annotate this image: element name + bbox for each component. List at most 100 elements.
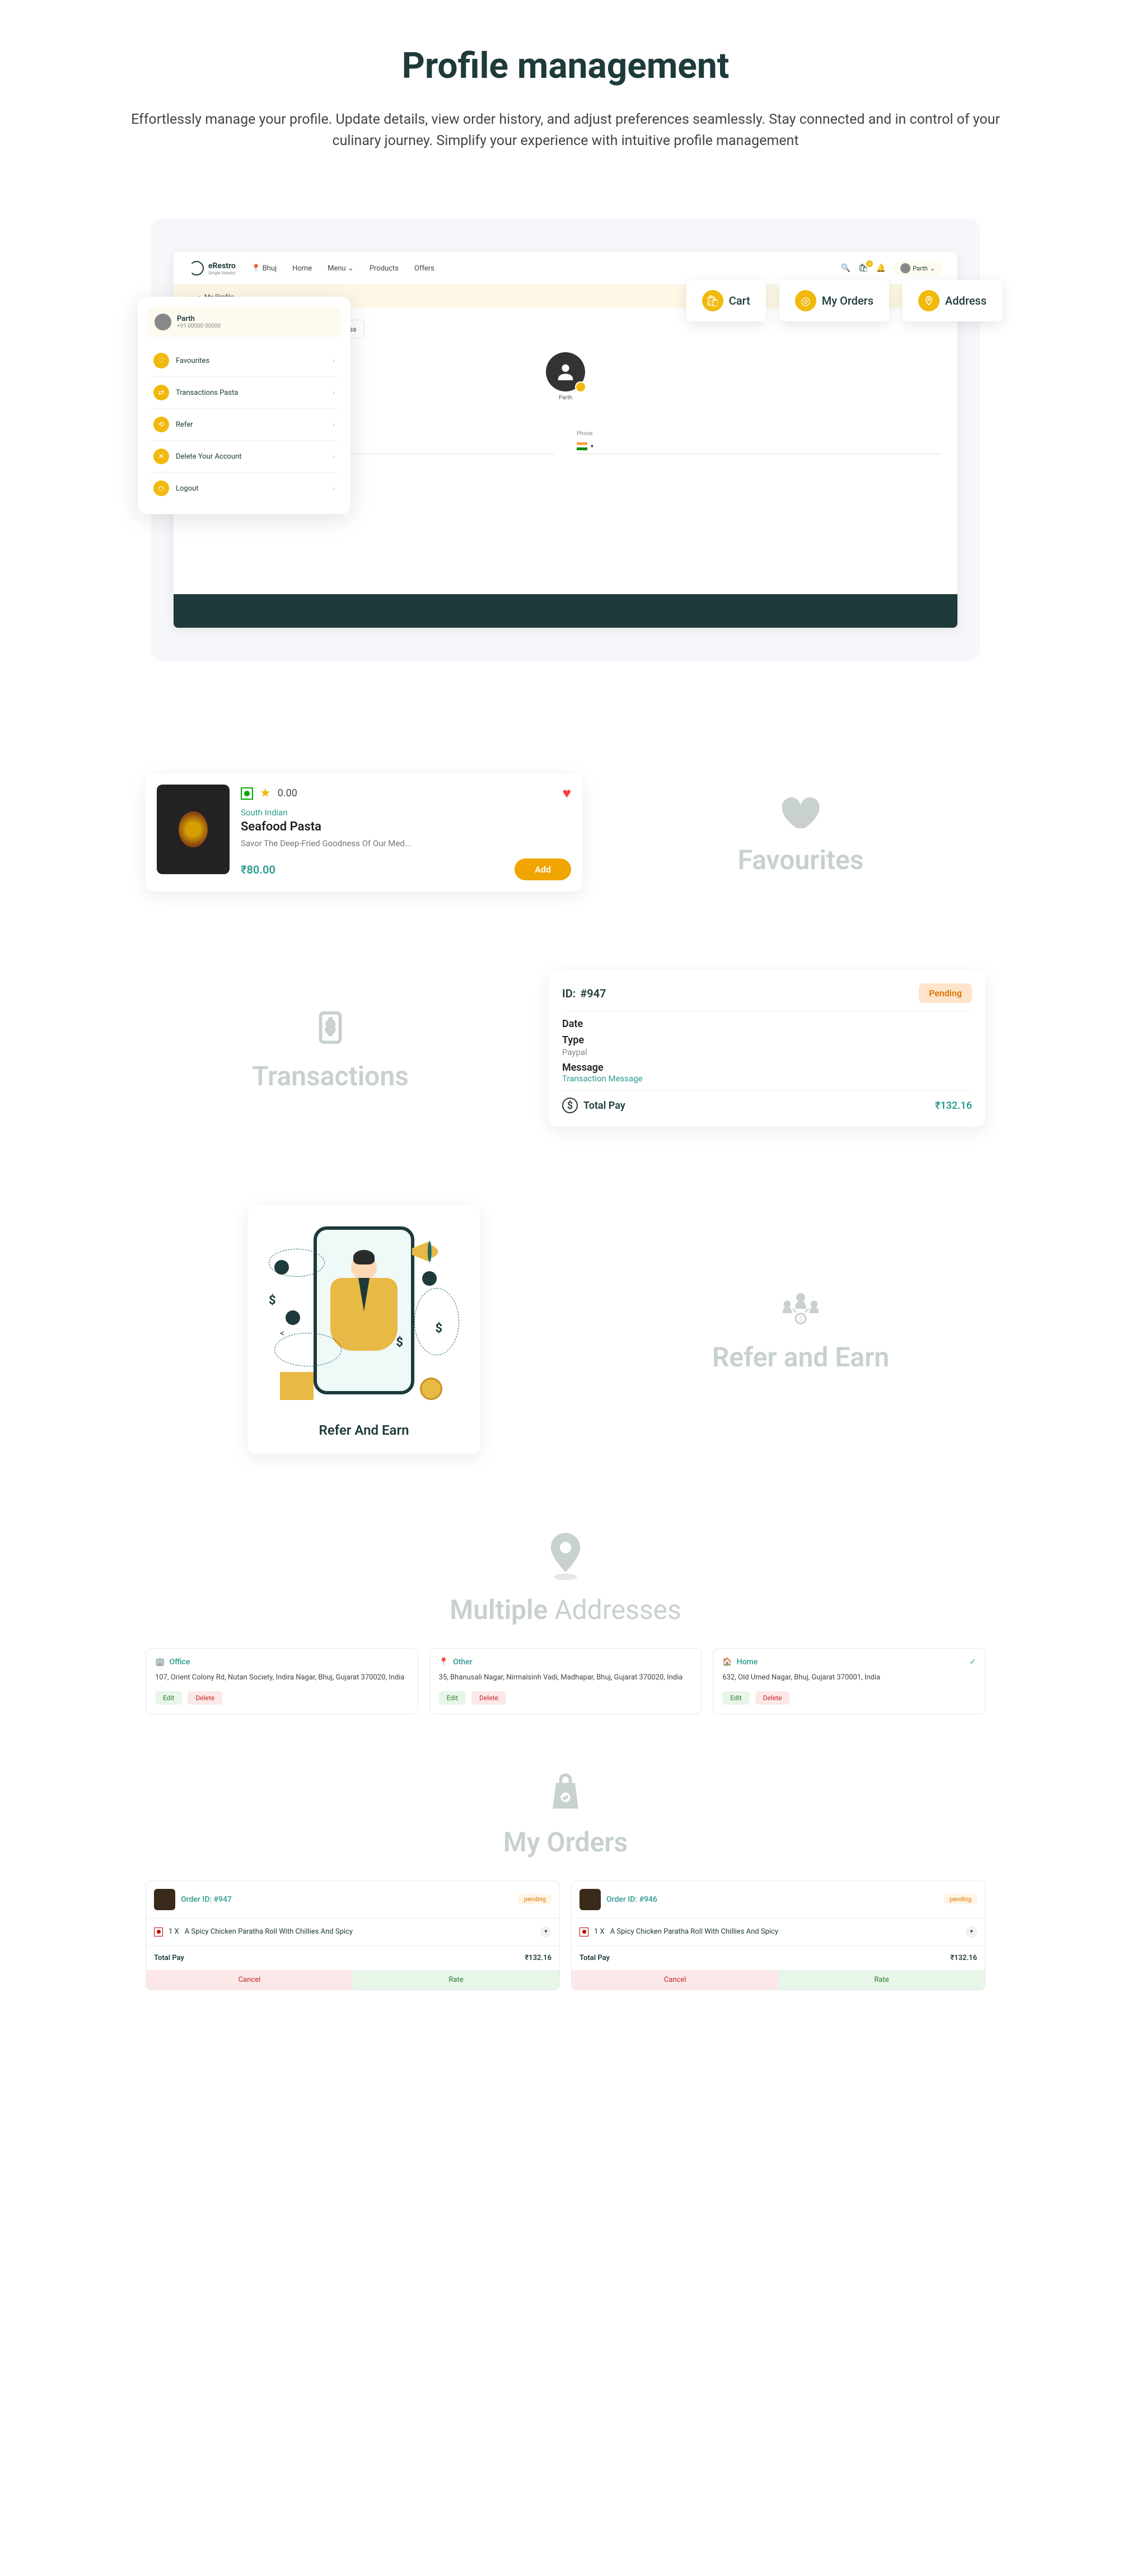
txn-type-value: Paypal <box>562 1047 972 1057</box>
page-title: Profile management <box>112 45 1019 87</box>
sidebar-item-transactions[interactable]: ⇄Transactions Pasta› <box>148 377 340 409</box>
expand-icon[interactable]: ▾ <box>966 1926 977 1938</box>
user-menu[interactable]: Parth ⌄ <box>894 261 942 276</box>
txn-date-label: Date <box>562 1018 972 1030</box>
txn-id-label: ID: <box>562 987 576 1000</box>
delete-address-button[interactable]: Delete <box>188 1691 222 1705</box>
sidebar-item-favourites[interactable]: ♡Favourites› <box>148 345 340 377</box>
status-badge: Pending <box>919 983 972 1003</box>
phone-input[interactable] <box>597 439 942 454</box>
addresses-section-icon <box>546 1532 585 1583</box>
chevron-right-icon: › <box>333 357 335 365</box>
transaction-icon: ⇄ <box>153 385 169 400</box>
address-card-office: 🏢Office 107, Orient Colony Rd, Nutan Soc… <box>146 1648 418 1714</box>
addresses-section-title: Multiple Addresses <box>146 1594 985 1626</box>
orders-section-icon <box>546 1770 585 1815</box>
country-dropdown-icon[interactable]: ▾ <box>591 444 593 450</box>
svg-text:$: $ <box>799 1315 802 1323</box>
address-text: 107, Orient Colony Rd, Nutan Society, In… <box>155 1672 409 1683</box>
orders-section-title: My Orders <box>146 1826 985 1858</box>
profile-avatar[interactable] <box>546 352 585 391</box>
address-card-other: 📍Other 35, Bhanusali Nagar, Nirmalsinh V… <box>429 1648 702 1714</box>
nonveg-indicator-icon <box>579 1928 588 1936</box>
delete-icon: ✕ <box>153 449 169 464</box>
refer-section-label: Refer and Earn <box>616 1341 985 1373</box>
order-status-badge: pending <box>944 1894 977 1905</box>
address-text: 632, Old Umed Nagar, Bhuj, Gujarat 37000… <box>722 1672 976 1683</box>
order-total-value: ₹132.16 <box>525 1954 552 1962</box>
floating-action-buttons: 🛍Cart ◎My Orders Address <box>686 280 1002 321</box>
brand-name: eRestro <box>208 262 236 270</box>
sidebar-user-phone: +91 00000 00000 <box>177 323 221 329</box>
dish-category: South Indian <box>241 808 571 818</box>
chevron-right-icon: › <box>333 421 335 429</box>
notification-icon[interactable]: 🔔 <box>876 264 886 273</box>
brand-logo[interactable]: eRestro Single Vendor <box>189 261 236 276</box>
order-item-name: A Spicy Chicken Paratha Roll With Chilli… <box>185 1928 535 1936</box>
nav-products[interactable]: Products <box>370 264 399 273</box>
cancel-order-button[interactable]: Cancel <box>146 1970 353 1990</box>
refer-section-icon: $ <box>778 1286 823 1331</box>
order-total-value: ₹132.16 <box>950 1954 977 1962</box>
address-type-label: Office <box>169 1658 190 1667</box>
delete-address-button[interactable]: Delete <box>471 1691 506 1705</box>
cart-icon[interactable]: 🛍0 <box>858 264 868 273</box>
cancel-order-button[interactable]: Cancel <box>572 1970 778 1990</box>
location-selector[interactable]: 📍 Bhuj <box>251 264 277 273</box>
address-text: 35, Bhanusali Nagar, Nirmalsinh Vadi, Ma… <box>439 1672 693 1683</box>
bag-icon: 🛍 <box>702 290 723 311</box>
order-card: Order ID: #947 pending 1 X A Spicy Chick… <box>146 1880 560 1990</box>
delete-address-button[interactable]: Delete <box>755 1691 790 1705</box>
home-icon: 🏠 <box>722 1658 732 1667</box>
edit-avatar-icon[interactable] <box>575 381 586 393</box>
rate-order-button[interactable]: Rate <box>778 1970 985 1990</box>
order-card: Order ID: #946 pending 1 X A Spicy Chick… <box>571 1880 985 1990</box>
avatar-icon <box>900 263 910 273</box>
fab-address[interactable]: Address <box>903 280 1002 321</box>
svg-text:$: $ <box>326 1018 335 1037</box>
txn-message-label: Message <box>562 1062 972 1074</box>
favourites-section-icon <box>778 789 823 834</box>
txn-message-value: Transaction Message <box>562 1074 972 1084</box>
nav-home[interactable]: Home <box>292 264 312 273</box>
nav-offers[interactable]: Offers <box>414 264 434 273</box>
rate-order-button[interactable]: Rate <box>353 1970 559 1990</box>
refer-illustration: $ $ $ < <box>263 1221 465 1411</box>
chevron-right-icon: › <box>333 452 335 461</box>
favourite-card: ★ 0.00 ♥ South Indian Seafood Pasta Savo… <box>146 773 582 892</box>
logo-swirl-icon <box>189 261 204 276</box>
favourite-heart-icon[interactable]: ♥ <box>563 785 571 802</box>
sidebar-item-refer[interactable]: ⟲Refer› <box>148 409 340 441</box>
refer-card-title: Refer And Earn <box>263 1422 465 1438</box>
address-type-label: Other <box>453 1658 473 1667</box>
expand-icon[interactable]: ▾ <box>540 1926 552 1938</box>
favourites-section-label: Favourites <box>616 844 985 876</box>
chevron-right-icon: › <box>333 484 335 493</box>
sidebar-item-delete-account[interactable]: ✕Delete Your Account› <box>148 441 340 473</box>
edit-address-button[interactable]: Edit <box>155 1691 182 1705</box>
sidebar-user-name: Parth <box>177 315 221 323</box>
target-icon: ◎ <box>795 290 816 311</box>
nav-menu[interactable]: Menu ⌄ <box>328 264 354 273</box>
fab-cart[interactable]: 🛍Cart <box>686 280 766 321</box>
order-item-name: A Spicy Chicken Paratha Roll With Chilli… <box>610 1928 960 1936</box>
edit-address-button[interactable]: Edit <box>439 1691 466 1705</box>
edit-address-button[interactable]: Edit <box>722 1691 749 1705</box>
order-thumbnail <box>154 1889 175 1910</box>
add-to-cart-button[interactable]: Add <box>515 858 571 880</box>
order-total-label: Total Pay <box>579 1954 610 1962</box>
country-flag-icon[interactable] <box>577 442 587 450</box>
sidebar-item-logout[interactable]: ⏻Logout› <box>148 473 340 504</box>
order-thumbnail <box>579 1889 601 1910</box>
address-type-label: Home <box>737 1658 758 1667</box>
rating-value: 0.00 <box>278 787 297 799</box>
search-icon[interactable]: 🔍 <box>841 264 850 273</box>
fab-my-orders[interactable]: ◎My Orders <box>779 280 889 321</box>
order-item-qty: 1 X <box>169 1928 179 1936</box>
nonveg-indicator-icon <box>154 1928 163 1936</box>
order-total-label: Total Pay <box>154 1954 184 1962</box>
transactions-section-label: Transactions <box>146 1060 515 1092</box>
order-status-badge: pending <box>518 1894 552 1905</box>
transactions-section-icon: $ <box>308 1005 353 1050</box>
txn-id-value: #947 <box>580 987 606 1000</box>
